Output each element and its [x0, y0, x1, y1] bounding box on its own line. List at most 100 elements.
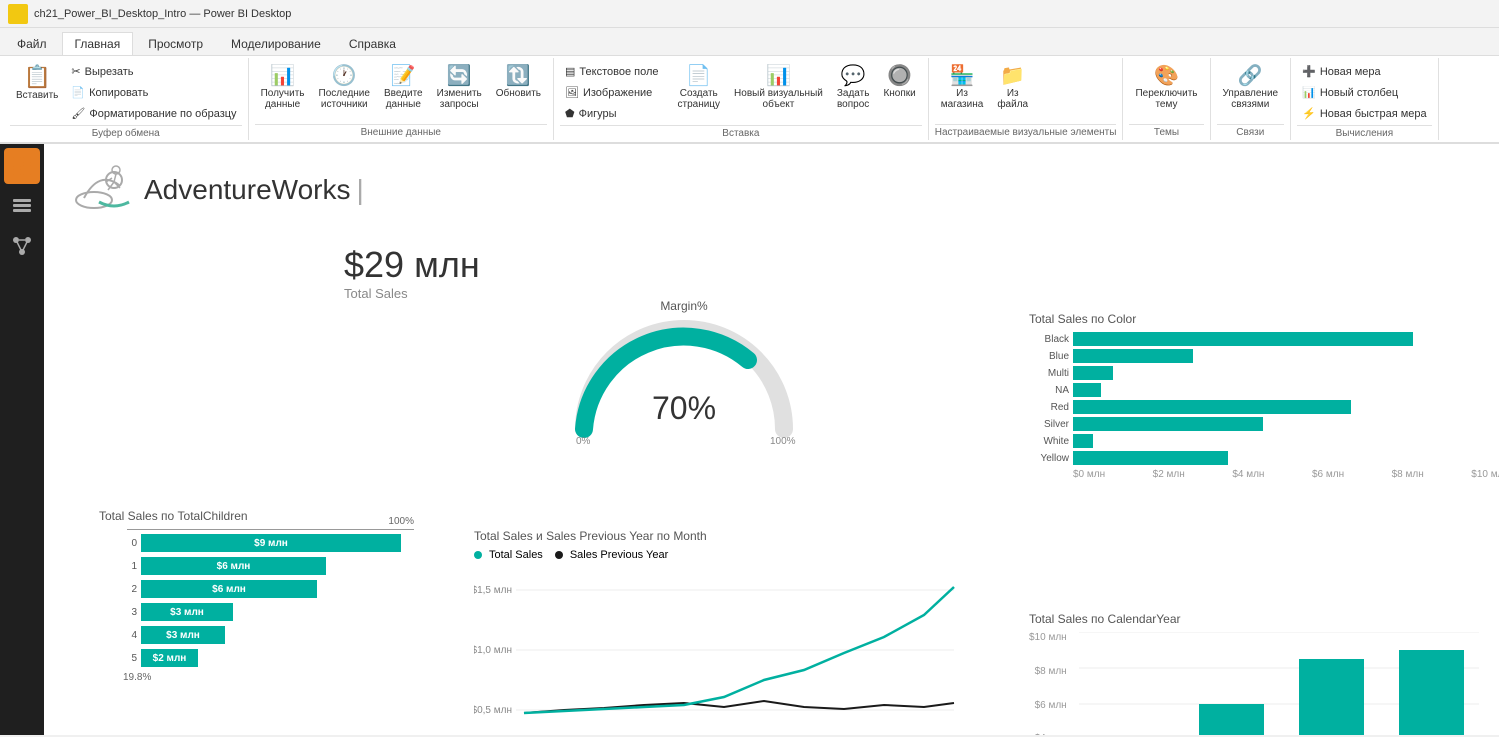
color-x-8: $8 млн — [1392, 469, 1424, 480]
color-chart-title: Total Sales по Color — [1029, 312, 1499, 326]
shapes-label: Фигуры — [579, 108, 617, 120]
calc-small-group: ➕ Новая мера 📊 Новый столбец ⚡ Новая быс… — [1297, 62, 1432, 123]
sidebar-item-model[interactable] — [4, 228, 40, 264]
title-bar: ch21_Power_BI_Desktop_Intro — Power BI D… — [0, 0, 1499, 28]
file-icon: 📁 — [1000, 66, 1025, 86]
aw-logo-svg — [64, 160, 144, 220]
bar-val-2: $6 млн — [208, 584, 250, 595]
relations-icon: 🔗 — [1238, 66, 1263, 86]
y-8: $8 млн — [1035, 666, 1067, 677]
color-row-black: Black — [1029, 332, 1499, 346]
color-bar-blue — [1073, 349, 1193, 363]
color-label-red: Red — [1029, 402, 1069, 413]
legend-prev-year: Sales Previous Year — [555, 549, 668, 561]
edit-queries-button[interactable]: 🔄 Изменитьзапросы — [431, 62, 488, 114]
sidebar-item-report[interactable] — [4, 148, 40, 184]
bar-1: $6 млн — [141, 557, 326, 575]
color-label-white: White — [1029, 436, 1069, 447]
copy-label: Копировать — [89, 87, 148, 99]
month-chart-title: Total Sales и Sales Previous Year по Mon… — [474, 529, 974, 543]
refresh-button[interactable]: 🔃 Обновить — [490, 62, 547, 103]
paste-button[interactable]: 📋 Вставить — [10, 62, 64, 105]
aw-pipe: | — [356, 174, 363, 206]
enter-data-button[interactable]: 📝 Введитеданные — [378, 62, 429, 114]
color-row-multi: Multi — [1029, 366, 1499, 380]
color-x-2: $2 млн — [1153, 469, 1185, 480]
edit-queries-icon: 🔄 — [447, 66, 472, 86]
sidebar-item-data[interactable] — [4, 188, 40, 224]
refresh-label: Обновить — [496, 88, 541, 99]
bar-4: $3 млн — [141, 626, 225, 644]
copy-icon: 📄 — [71, 86, 85, 99]
tab-home[interactable]: Главная — [62, 32, 134, 55]
kpi-value: $29 млн — [344, 244, 480, 286]
gauge-container: 0% 100% 70% — [534, 319, 834, 449]
bar-val-3: $3 млн — [166, 607, 208, 618]
color-label-silver: Silver — [1029, 419, 1069, 430]
image-icon: 🖼 — [565, 86, 579, 99]
color-row-yellow: Yellow — [1029, 451, 1499, 465]
image-button[interactable]: 🖼 Изображение — [560, 83, 663, 102]
edit-queries-label: Изменитьзапросы — [437, 88, 482, 110]
recent-sources-button[interactable]: 🕐 Последниеисточники — [313, 62, 376, 114]
aw-title: AdventureWorks — [144, 174, 350, 206]
get-data-icon: 📊 — [270, 66, 295, 86]
bar-label-1: 1 — [99, 561, 137, 572]
bar-label-0: 0 — [99, 538, 137, 549]
cut-button[interactable]: ✂ Вырезать — [66, 62, 241, 81]
color-bar-multi — [1073, 366, 1113, 380]
prev-year-legend-label: Sales Previous Year — [570, 549, 668, 561]
aw-header: AdventureWorks | — [64, 160, 364, 220]
from-file-button[interactable]: 📁 Изфайла — [991, 62, 1034, 114]
manage-relations-button[interactable]: 🔗 Управлениесвязями — [1217, 62, 1285, 114]
quick-measure-label: Новая быстрая мера — [1320, 108, 1427, 120]
shapes-button[interactable]: ⬟ Фигуры — [560, 104, 663, 123]
ribbon-group-calc: ➕ Новая мера 📊 Новый столбец ⚡ Новая быс… — [1291, 58, 1439, 140]
sales-color-widget: Total Sales по Color Black Blue Multi — [1029, 312, 1499, 480]
color-label-blue: Blue — [1029, 351, 1069, 362]
tab-view[interactable]: Просмотр — [135, 32, 216, 55]
bar-2003 — [1299, 659, 1364, 735]
quick-measure-button[interactable]: ⚡ Новая быстрая мера — [1297, 104, 1432, 123]
new-measure-button[interactable]: ➕ Новая мера — [1297, 62, 1432, 81]
theme-icon: 🎨 — [1154, 66, 1179, 86]
bar-2: $6 млн — [141, 580, 317, 598]
color-bar-na — [1073, 383, 1101, 397]
clipboard-group-label: Буфер обмена — [10, 125, 242, 141]
color-row-silver: Silver — [1029, 417, 1499, 431]
svg-text:0%: 0% — [576, 436, 591, 447]
get-data-button[interactable]: 📊 Получитьданные — [255, 62, 311, 114]
bar-row-2: 2 $6 млн — [99, 580, 414, 598]
qa-button[interactable]: 💬 Задатьвопрос — [831, 62, 876, 114]
tab-help[interactable]: Справка — [336, 32, 409, 55]
from-store-button[interactable]: 🏪 Измагазина — [935, 62, 990, 114]
year-chart-area: $10 млн $8 млн $6 млн $4 млн $2 млн $0 м… — [1029, 632, 1499, 735]
bar-row-4: 4 $3 млн — [99, 626, 414, 644]
bar-label-4: 4 — [99, 630, 137, 641]
tab-file[interactable]: Файл — [4, 32, 60, 55]
switch-theme-button[interactable]: 🎨 Переключитьтему — [1129, 62, 1203, 114]
color-x-4: $4 млн — [1232, 469, 1264, 480]
bar-2002 — [1199, 704, 1264, 735]
new-page-icon: 📄 — [686, 66, 711, 86]
new-visual-button[interactable]: 📊 Новый визуальныйобъект — [728, 62, 829, 114]
bar-label-2: 2 — [99, 584, 137, 595]
svg-text:$0,5 млн: $0,5 млн — [474, 705, 512, 716]
year-bar-svg: 2001 2002 2003 2004 — [1079, 632, 1479, 735]
textbox-button[interactable]: ▤ Текстовое поле — [560, 62, 663, 81]
buttons-label: Кнопки — [883, 88, 915, 99]
tab-model[interactable]: Моделирование — [218, 32, 334, 55]
year-y-axis: $10 млн $8 млн $6 млн $4 млн $2 млн $0 м… — [1029, 632, 1067, 735]
color-bar-yellow — [1073, 451, 1228, 465]
bar-val-5: $2 млн — [149, 653, 191, 664]
new-page-button[interactable]: 📄 Создатьстраницу — [672, 62, 727, 114]
relations-content: 🔗 Управлениесвязями — [1217, 58, 1285, 122]
legend-total-sales: Total Sales — [474, 549, 543, 561]
buttons-button[interactable]: 🔘 Кнопки — [877, 62, 921, 103]
children-chart-title: Total Sales по TotalChildren — [99, 509, 414, 523]
new-visual-label: Новый визуальныйобъект — [734, 88, 823, 110]
copy-button[interactable]: 📄 Копировать — [66, 83, 241, 102]
format-painter-button[interactable]: 🖌 Форматирование по образцу — [66, 104, 241, 123]
color-x-10: $10 млн — [1471, 469, 1499, 480]
new-column-button[interactable]: 📊 Новый столбец — [1297, 83, 1432, 102]
